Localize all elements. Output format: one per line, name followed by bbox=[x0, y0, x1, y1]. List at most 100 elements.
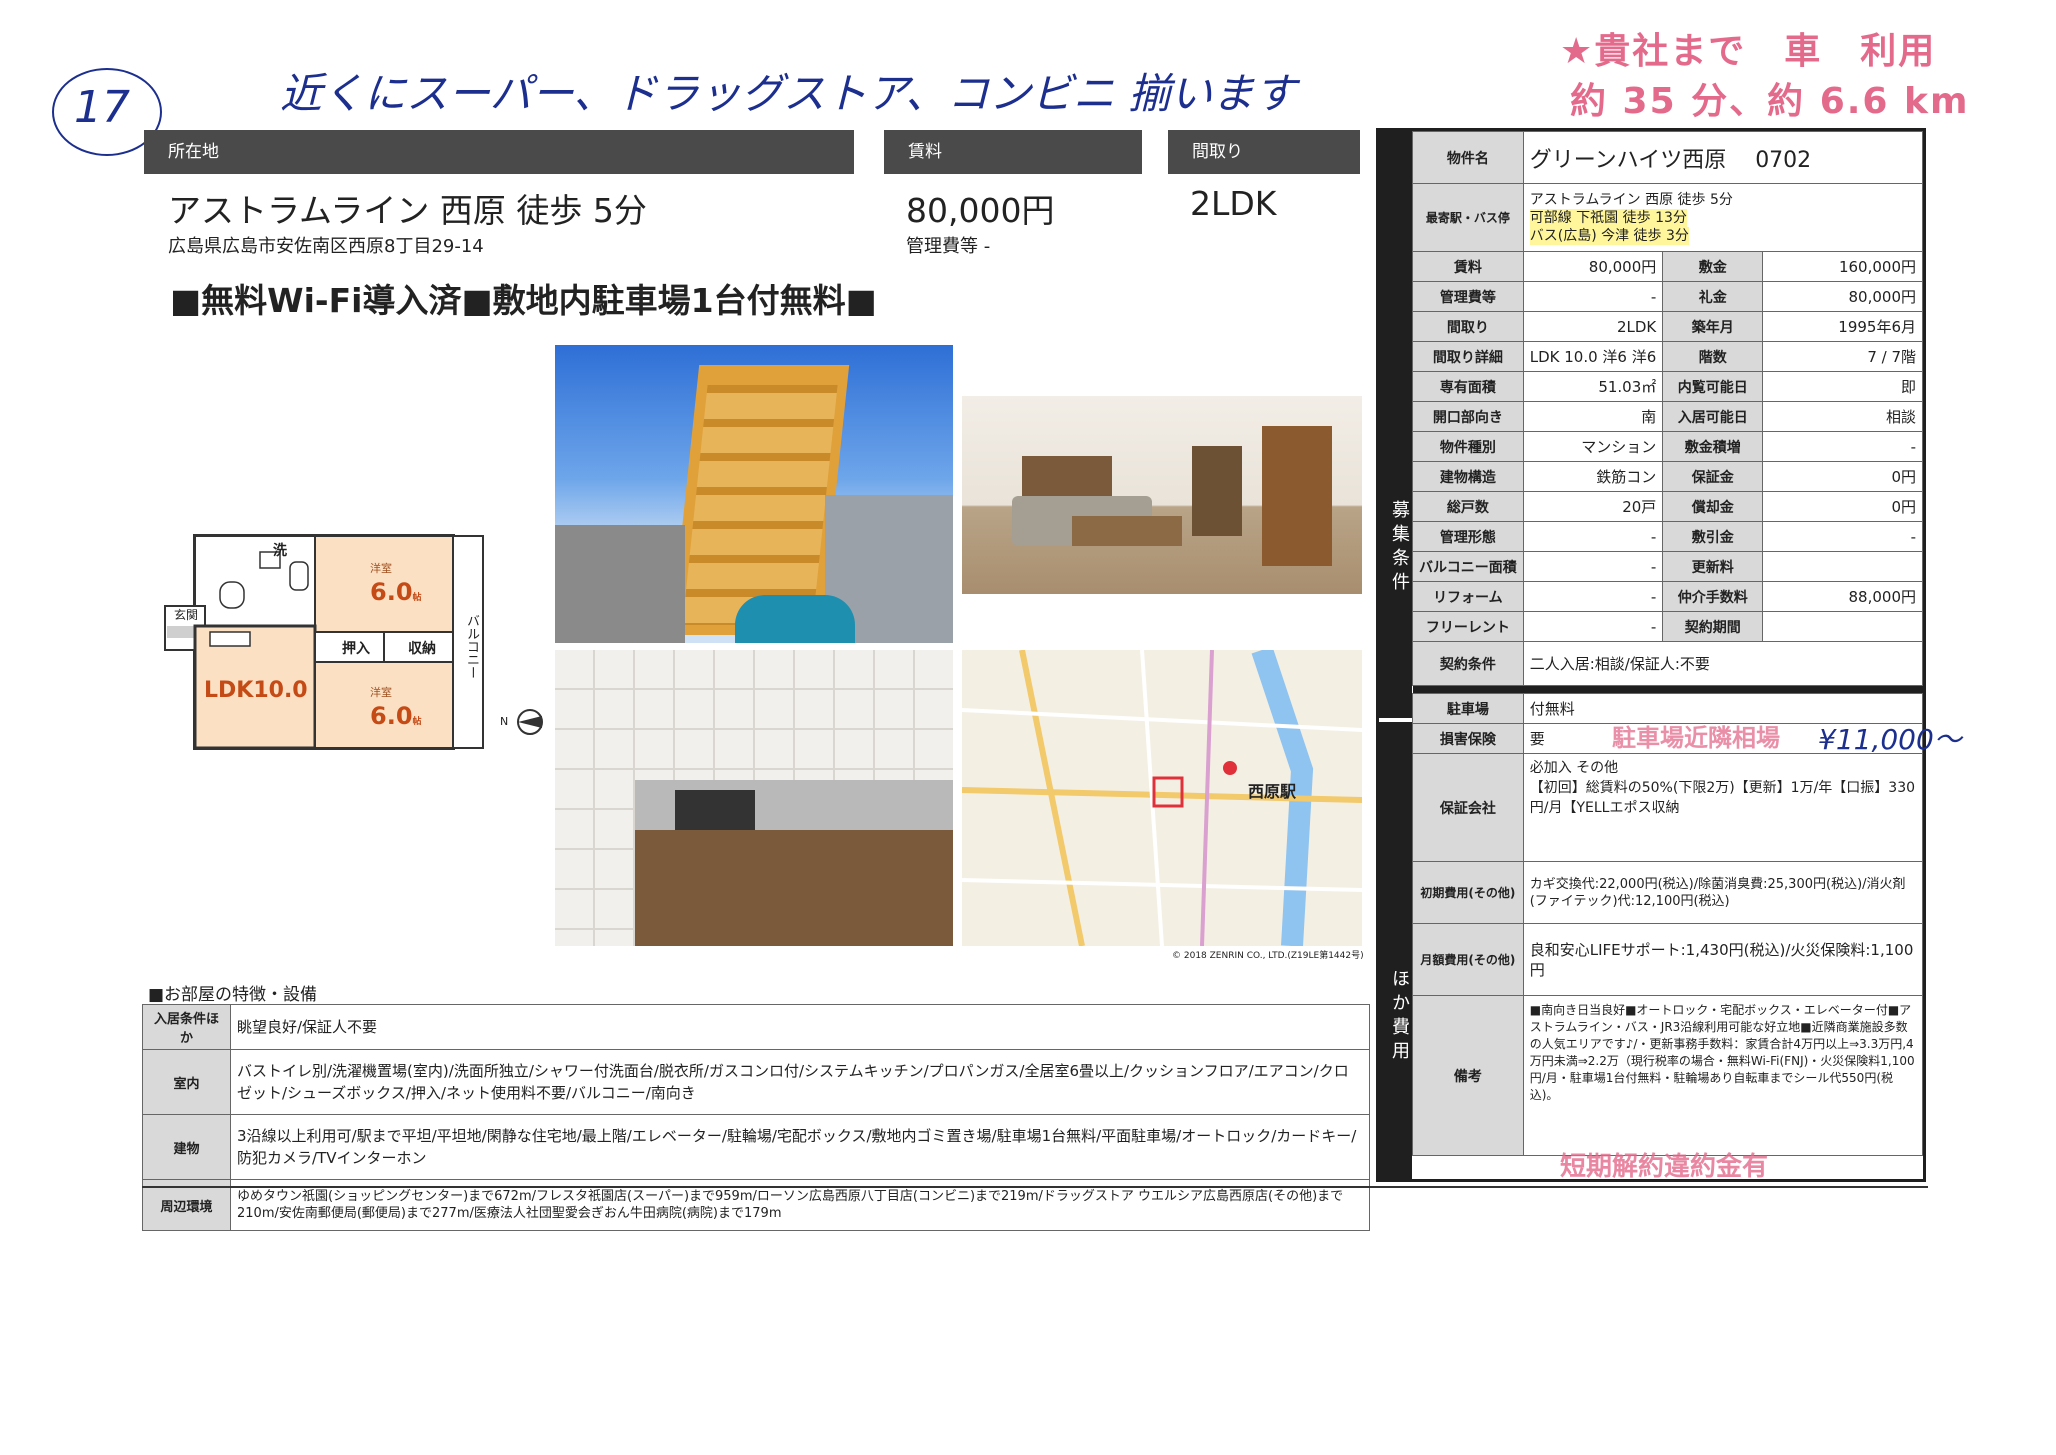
early-termination-stamp: 短期解約違約金有 bbox=[1560, 1152, 1769, 1182]
feature-key: 室内 bbox=[142, 1049, 231, 1115]
condition-value: 80,000円 bbox=[1762, 281, 1923, 312]
parking-stamp: 駐車場近隣相場 bbox=[1612, 724, 1780, 752]
condition-row: 間取り 2LDK 築年月 1995年6月 bbox=[1412, 311, 1923, 342]
features-table: 入居条件ほか 眺望良好/保証人不要 室内 バストイレ別/洗濯機置場(室内)/洗面所独立… bbox=[142, 1004, 1370, 1231]
entrance-label: 玄関 bbox=[174, 608, 199, 622]
condition-key: 間取り bbox=[1412, 311, 1524, 342]
feature-row: 入居条件ほか 眺望良好/保証人不要 bbox=[142, 1004, 1370, 1050]
room1-size: 6.0帖 bbox=[370, 578, 422, 606]
condition-key: バルコニー面積 bbox=[1412, 551, 1524, 582]
condition-value: - bbox=[1522, 611, 1664, 642]
station-key: 最寄駅・バス停 bbox=[1412, 183, 1524, 252]
condition-key: 賃料 bbox=[1412, 251, 1524, 282]
monthly-cost-value: 良和安心LIFEサポート:1,430円(税込)/火災保険料:1,100円 bbox=[1522, 923, 1924, 996]
condition-key: 建物構造 bbox=[1412, 461, 1524, 492]
condition-value: - bbox=[1762, 521, 1923, 552]
building-exterior-photo bbox=[555, 345, 953, 643]
condition-value: 7 / 7階 bbox=[1762, 341, 1923, 372]
condition-value bbox=[1762, 611, 1923, 642]
condition-row: 物件種別 マンション 敷金積増 - bbox=[1412, 431, 1923, 462]
map-credit: © 2018 ZENRIN CO., LTD.(Z19LE第1442号) bbox=[1172, 951, 1364, 961]
station-row: 最寄駅・バス停 アストラムライン 西原 徒歩 5分 可部線 下祇園 徒歩 13分… bbox=[1412, 183, 1924, 252]
room2-label: 洋室 bbox=[370, 686, 392, 699]
condition-key: フリーレント bbox=[1412, 611, 1524, 642]
condition-row: バルコニー面積 - 更新料 bbox=[1412, 551, 1923, 582]
condition-value: - bbox=[1522, 281, 1664, 312]
monthly-cost-row: 月額費用(その他) 良和安心LIFEサポート:1,430円(税込)/火災保険料:… bbox=[1412, 923, 1924, 996]
guarantor-value: 必加入 その他 【初回】総賃料の50%(下限2万)【更新】1万/年【口振】330… bbox=[1522, 753, 1924, 862]
location-header: 所在地 bbox=[144, 130, 854, 174]
condition-row: 開口部向き南入居可能日 相談 bbox=[1412, 401, 1923, 432]
mgmt-fee-text: 管理費等 - bbox=[906, 236, 991, 257]
remarks-row: 備考 ■南向き日当良好■オートロック・宅配ボックス・エレベーター付■アストラムラ… bbox=[1412, 995, 1924, 1156]
condition-value: 160,000円 bbox=[1762, 251, 1923, 282]
condition-value: 51.03㎡ bbox=[1522, 371, 1664, 402]
side-label-conditions: 募集条件 bbox=[1376, 128, 1412, 718]
remarks-value: ■南向き日当良好■オートロック・宅配ボックス・エレベーター付■アストラムライン・… bbox=[1522, 995, 1924, 1156]
rent-value: 80,000円 bbox=[906, 191, 1055, 230]
remarks-key: 備考 bbox=[1412, 995, 1524, 1156]
contract-value: 二人入居:相談/保証人:不要 bbox=[1522, 641, 1924, 686]
commute-stamp-line2: 約 35 分、約 6.6 km bbox=[1570, 81, 1970, 122]
condition-value: 即 bbox=[1762, 371, 1923, 402]
condition-row: 管理形態 - 敷引金 - bbox=[1412, 521, 1923, 552]
condition-row: 間取り詳細 LDK 10.0 洋6 洋6 階数 7 / 7階 bbox=[1412, 341, 1923, 372]
condition-key: 礼金 bbox=[1662, 281, 1764, 312]
rent-header: 賃料 bbox=[884, 130, 1142, 174]
condition-value: 鉄筋コン bbox=[1522, 461, 1664, 492]
condition-key: 償却金 bbox=[1662, 491, 1764, 522]
condition-key: 保証金 bbox=[1662, 461, 1764, 492]
condition-key: 契約期間 bbox=[1662, 611, 1764, 642]
property-detail-table: 物件名 グリーンハイツ西原 0702 最寄駅・バス停 アストラムライン 西原 徒… bbox=[1412, 131, 1924, 1156]
condition-row: リフォーム - 仲介手数料 88,000円 bbox=[1412, 581, 1923, 612]
access-text: アストラムライン 西原 徒歩 5分 bbox=[168, 191, 647, 230]
room2-size-value: 6.0 bbox=[370, 702, 413, 730]
balcony-label: バルコニー bbox=[464, 614, 479, 679]
closet1-label: 押入 bbox=[342, 641, 370, 657]
condition-row: 専有面積 51.03㎡ 内覧可能日即 bbox=[1412, 371, 1923, 402]
guarantor-key: 保証会社 bbox=[1412, 753, 1524, 862]
condition-key: 総戸数 bbox=[1412, 491, 1524, 522]
condition-key: 仲介手数料 bbox=[1662, 581, 1764, 612]
condition-key: 築年月 bbox=[1662, 311, 1764, 342]
room1-label: 洋室 bbox=[370, 562, 392, 575]
condition-value: マンション bbox=[1522, 431, 1664, 462]
room1-size-value: 6.0 bbox=[370, 578, 413, 606]
condition-row: 賃料 80,000円 敷金 160,000円 bbox=[1412, 251, 1923, 282]
feature-row: 建物 3沿線以上利用可/駅まで平坦/平坦地/閑静な住宅地/最上階/エレベーター/駐… bbox=[142, 1114, 1370, 1180]
side-label-other-costs: ほか費用 bbox=[1376, 722, 1412, 1182]
initial-cost-row: 初期費用(その他) カギ交換代:22,000円(税込)/除菌消臭費:25,300… bbox=[1412, 861, 1924, 924]
condition-value bbox=[1762, 551, 1923, 582]
feature-key: 入居条件ほか bbox=[142, 1004, 231, 1050]
condition-row: 総戸数 20戸 償却金 0円 bbox=[1412, 491, 1923, 522]
condition-value: - bbox=[1522, 551, 1664, 582]
condition-key: 管理形態 bbox=[1412, 521, 1524, 552]
condition-value: 20戸 bbox=[1522, 491, 1664, 522]
handwritten-note: 近くにスーパー、ドラッグストア、コンビニ 揃います bbox=[280, 69, 1297, 118]
parking-key: 駐車場 bbox=[1412, 693, 1524, 724]
address-text: 広島県広島市安佐南区西原8丁目29-14 bbox=[168, 236, 484, 257]
north-label: N bbox=[500, 715, 509, 728]
room1-size-unit: 帖 bbox=[412, 593, 422, 603]
condition-key: 更新料 bbox=[1662, 551, 1764, 582]
property-title: グリーンハイツ西原 0702 bbox=[1522, 131, 1924, 184]
handwritten-number: 17 bbox=[74, 82, 130, 133]
condition-row: 管理費等 - 礼金 80,000円 bbox=[1412, 281, 1923, 312]
feature-value: バストイレ別/洗濯機置場(室内)/洗面所独立/シャワー付洗面台/脱衣所/ガスコン… bbox=[230, 1049, 1370, 1115]
condition-value: 2LDK bbox=[1522, 311, 1664, 342]
handwritten-parking-fee: ¥11,000〜 bbox=[1818, 723, 1962, 756]
feature-key: 建物 bbox=[142, 1114, 231, 1180]
condition-value: 0円 bbox=[1762, 461, 1923, 492]
condition-key: 敷金 bbox=[1662, 251, 1764, 282]
condition-value: 88,000円 bbox=[1762, 581, 1923, 612]
condition-value: 1995年6月 bbox=[1762, 311, 1923, 342]
living-room-photo bbox=[962, 396, 1362, 594]
initial-cost-value: カギ交換代:22,000円(税込)/除菌消臭費:25,300円(税込)/消火剤(… bbox=[1522, 861, 1924, 924]
condition-value: - bbox=[1522, 521, 1664, 552]
feature-value: 眺望良好/保証人不要 bbox=[230, 1004, 1370, 1050]
spacer-row bbox=[1412, 685, 1923, 694]
condition-key: リフォーム bbox=[1412, 581, 1524, 612]
promo-text: ■無料Wi-Fi導入済■敷地内駐車場1台付無料■ bbox=[170, 281, 877, 320]
initial-cost-key: 初期費用(その他) bbox=[1412, 861, 1524, 924]
title-row: 物件名 グリーンハイツ西原 0702 bbox=[1412, 131, 1924, 184]
